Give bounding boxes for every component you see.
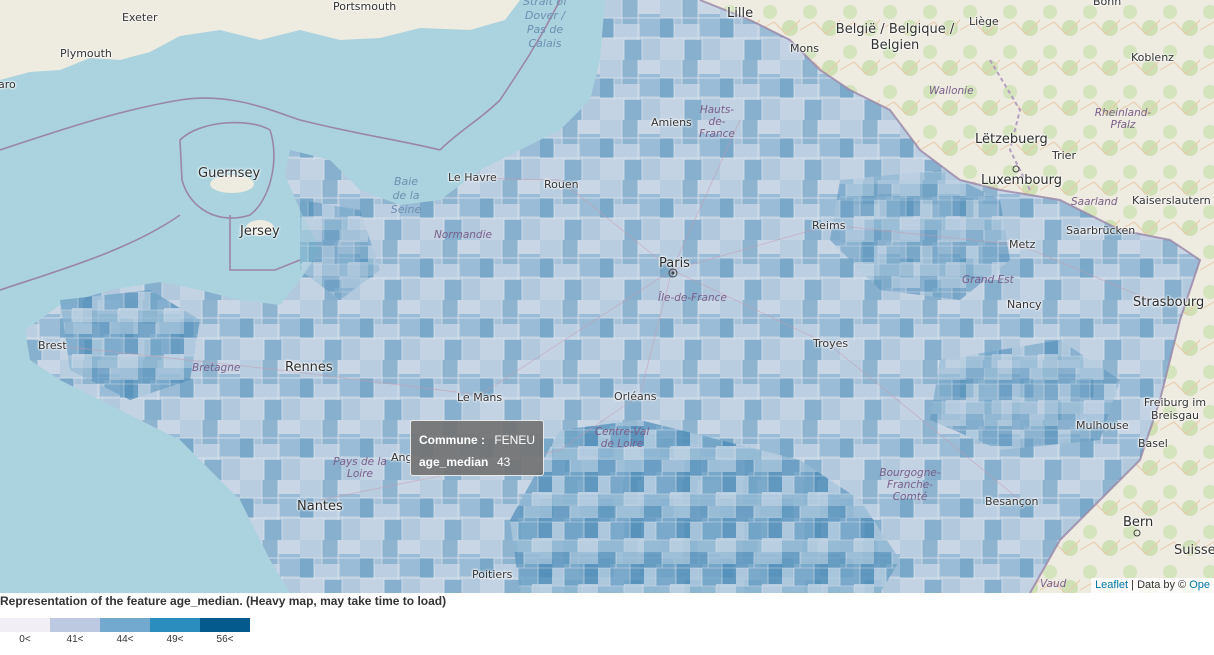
legend-label: 56< <box>216 634 234 645</box>
legend-label: 0< <box>19 634 31 645</box>
liege-label: Liège <box>969 15 999 28</box>
basel-label: Basel <box>1138 437 1168 450</box>
freiburg-label: Freiburg im Breisgau <box>1143 396 1207 422</box>
legend-swatch <box>0 618 50 632</box>
saarland-label: Saarland <box>1071 196 1118 208</box>
nantes-label: Nantes <box>297 499 343 514</box>
detroit-dover-label: Strait of Dover / Pas de Calais <box>522 0 568 50</box>
orleans-label: Orléans <box>614 390 657 403</box>
legend-label: 44< <box>116 634 134 645</box>
legend-label: 49< <box>166 634 184 645</box>
rheinland-label: Rheinland-Pfalz <box>1094 107 1152 131</box>
metz-label: Metz <box>1009 238 1036 251</box>
legend-swatch <box>100 618 150 632</box>
suisse-label: Suisse <box>1174 543 1214 558</box>
nancy-label: Nancy <box>1007 298 1042 311</box>
mulhouse-label: Mulhouse <box>1076 419 1129 432</box>
kaiserslautern-label: Kaiserslautern <box>1132 194 1211 207</box>
commune-key: Commune : <box>419 433 485 447</box>
poitiers-label: Poitiers <box>472 568 513 581</box>
bern-label: Bern <box>1123 515 1154 530</box>
besancon-label: Besançon <box>985 495 1039 508</box>
paris-label: Paris <box>659 256 690 271</box>
commune-tooltip: Commune : FENEU age_median 43 <box>410 420 544 476</box>
legend-label: 41< <box>66 634 84 645</box>
vaud-label: Vaud <box>1040 578 1067 590</box>
bonn-label: Bonn <box>1093 0 1122 8</box>
saarbrucken-label: Saarbrücken <box>1066 224 1136 237</box>
portsmouth-label: Portsmouth <box>333 0 397 13</box>
plymouth-label: Plymouth <box>60 47 112 60</box>
amiens-label: Amiens <box>651 116 692 129</box>
bourgogne-label: Bourgogne-Franche-Comté <box>879 467 941 503</box>
koblenz-label: Koblenz <box>1131 51 1174 64</box>
attribution-text: | Data by © <box>1131 579 1187 591</box>
jersey-label: Jersey <box>240 224 280 239</box>
age-median-value: 43 <box>497 455 511 469</box>
age-median-key: age_median <box>419 455 489 469</box>
hauts-de-france-label: Hauts-de-France <box>699 104 735 140</box>
brest-label: Brest <box>38 339 67 352</box>
reims-label: Reims <box>812 219 846 232</box>
legend-swatch <box>150 618 200 632</box>
map-view[interactable]: Exeter Plymouth Portsmouth Strait of Dov… <box>0 0 1214 593</box>
mons-label: Mons <box>790 42 819 55</box>
osm-link[interactable]: Ope <box>1189 579 1210 591</box>
legend-swatch <box>200 618 250 632</box>
wallonie-label: Wallonie <box>929 85 974 97</box>
le-havre-label: Le Havre <box>448 171 497 184</box>
legend: 0< 41< 44< 49< 56< <box>0 618 250 645</box>
map-attribution: Leaflet | Data by © Ope <box>1091 578 1214 593</box>
rennes-label: Rennes <box>285 360 333 375</box>
luxembourg-label: Luxembourg <box>981 173 1063 188</box>
guernsey-label: Guernsey <box>198 166 261 181</box>
pays-de-la-loire-label: Pays de la Loire <box>333 456 387 480</box>
map-caption: Representation of the feature age_median… <box>0 594 447 608</box>
legend-swatch <box>50 618 100 632</box>
normandie-label: Normandie <box>434 229 492 241</box>
strasbourg-label: Strasbourg <box>1133 295 1205 310</box>
aro-label: aro <box>0 78 16 91</box>
centre-val-de-loire-label: Centre-Val de Loire <box>594 426 650 450</box>
ile-de-france-label: Île-de-France <box>658 292 727 304</box>
commune-value: FENEU <box>494 433 535 447</box>
le-mans-label: Le Mans <box>457 391 503 404</box>
bretagne-label: Bretagne <box>192 362 241 374</box>
rouen-label: Rouen <box>544 178 579 191</box>
trier-label: Trier <box>1052 149 1076 162</box>
exeter-label: Exeter <box>122 11 158 24</box>
lille-label: Lille <box>727 6 754 21</box>
letzebuerg-label: Lëtzebuerg <box>975 132 1048 147</box>
belgie-label: België / Belgique / Belgien <box>835 22 955 53</box>
troyes-label: Troyes <box>813 337 849 350</box>
baie-de-seine-label: Baie de la Seine <box>390 175 422 216</box>
leaflet-link[interactable]: Leaflet <box>1095 579 1128 591</box>
grand-est-label: Grand Est <box>962 274 1014 286</box>
